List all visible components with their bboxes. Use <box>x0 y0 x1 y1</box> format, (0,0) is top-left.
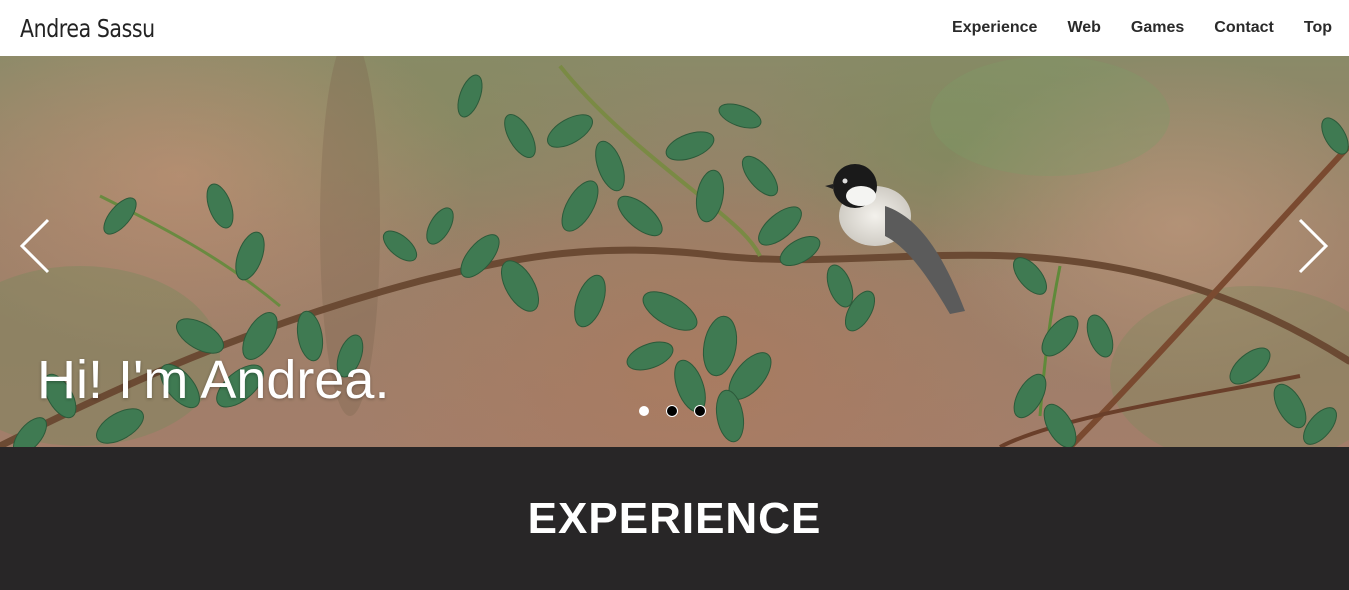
main-nav: Experience Web Games Contact Top <box>922 0 1332 56</box>
chevron-left-icon <box>19 218 50 274</box>
nav-link-experience[interactable]: Experience <box>952 19 1037 37</box>
carousel-next-button[interactable] <box>1296 216 1330 276</box>
experience-section: EXPERIENCE <box>0 447 1349 590</box>
nav-link-web[interactable]: Web <box>1067 19 1100 37</box>
carousel-indicators <box>638 405 722 417</box>
nav-link-games[interactable]: Games <box>1131 19 1184 37</box>
carousel-prev-button[interactable] <box>18 216 52 276</box>
carousel-indicator-1[interactable] <box>639 406 649 416</box>
carousel-indicator-3[interactable] <box>694 405 706 417</box>
section-title: EXPERIENCE <box>527 494 822 543</box>
carousel-caption: Hi! I'm Andrea. <box>37 350 390 410</box>
chevron-right-icon <box>1298 218 1329 274</box>
brand-logo-text[interactable]: Andrea Sassu <box>20 14 155 43</box>
top-navbar: Andrea Sassu Experience Web Games Contac… <box>0 0 1349 56</box>
hero-carousel: Hi! I'm Andrea. <box>0 56 1349 447</box>
carousel-indicator-2[interactable] <box>666 405 678 417</box>
nav-link-top[interactable]: Top <box>1304 19 1332 37</box>
nav-link-contact[interactable]: Contact <box>1214 19 1274 37</box>
